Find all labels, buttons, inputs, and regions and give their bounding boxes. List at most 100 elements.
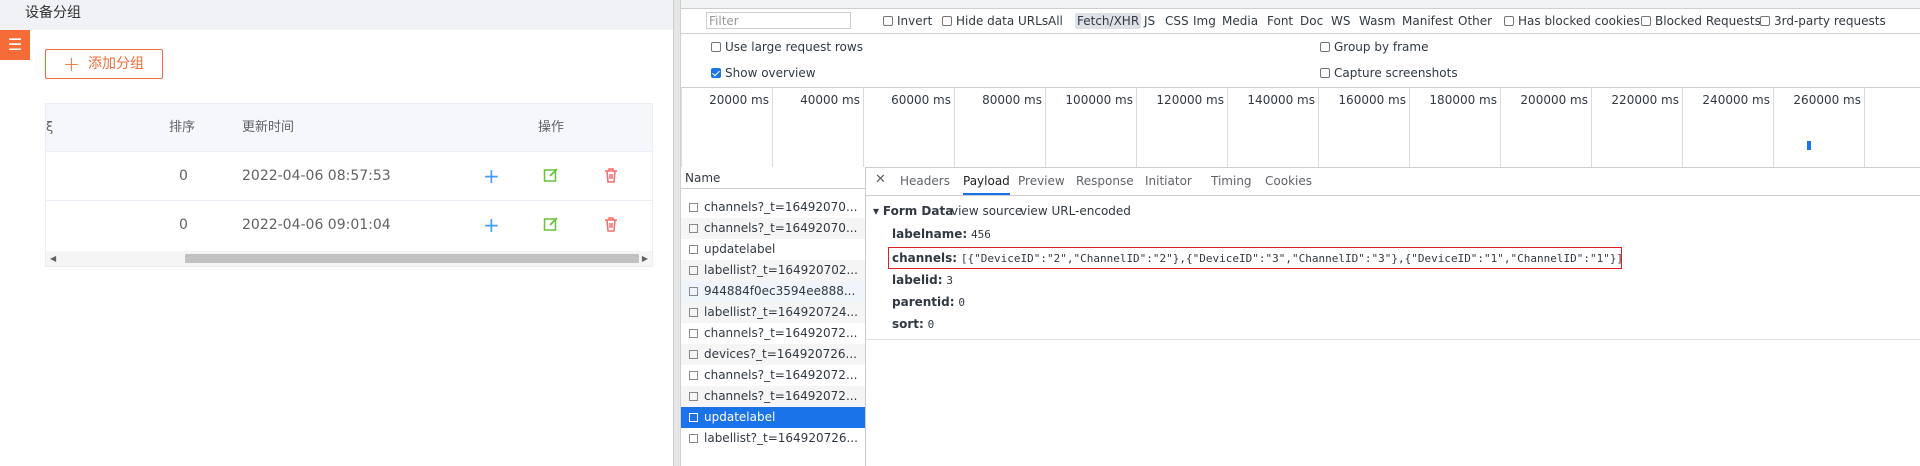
filter-js[interactable]: JS <box>1144 13 1155 29</box>
panel-splitter[interactable] <box>673 0 681 466</box>
tab-preview[interactable]: Preview <box>1018 167 1065 195</box>
payload-field: channels: [{"DeviceID":"2","ChannelID":"… <box>892 251 1624 265</box>
request-row[interactable]: labellist?_t=164920724... <box>681 302 865 323</box>
filter-img[interactable]: Img <box>1193 13 1216 29</box>
tab-initiator[interactable]: Initiator <box>1145 167 1192 195</box>
tab-headers[interactable]: Headers <box>900 167 950 195</box>
invert-checkbox[interactable]: Invert <box>883 13 932 29</box>
form-data-title: Form Data <box>882 204 954 218</box>
request-row[interactable]: channels?_t=16492070... <box>681 218 865 239</box>
group-table: ξ 排序 更新时间 操作 0 2022-04-06 08:57:53 + 0 2… <box>45 103 653 267</box>
overview-tick: 220000 ms <box>1591 87 1683 167</box>
overview-tick: 200000 ms <box>1500 87 1592 167</box>
add-child-icon[interactable]: + <box>483 201 500 249</box>
view-url-encoded-link[interactable]: view URL-encoded <box>1020 204 1131 218</box>
name-column-header[interactable]: Name <box>681 167 865 189</box>
table-row: 0 2022-04-06 09:01:04 + <box>46 200 652 249</box>
scroll-left-icon[interactable]: ◀ <box>50 251 56 266</box>
overview-request-bar <box>1807 141 1811 150</box>
tab-timing[interactable]: Timing <box>1211 167 1252 195</box>
request-row[interactable]: labellist?_t=164920702... <box>681 260 865 281</box>
view-source-link[interactable]: view source <box>951 204 1022 218</box>
overview-tick: 20000 ms <box>681 87 773 167</box>
delete-icon[interactable] <box>603 152 619 200</box>
filter-fetch-xhr[interactable]: Fetch/XHR <box>1075 13 1142 29</box>
header-update-time: 更新时间 <box>242 120 295 135</box>
capture-screenshots-checkbox[interactable]: Capture screenshots <box>1320 66 1458 80</box>
request-row[interactable]: labellist?_t=164920726... <box>681 428 865 449</box>
filter-all[interactable]: All <box>1048 13 1063 29</box>
main-content: + 添加分组 ξ 排序 更新时间 操作 0 2022-04-06 08:57:5… <box>30 30 673 466</box>
cell-update-time: 2022-04-06 09:01:04 <box>242 217 391 233</box>
filter-manifest[interactable]: Manifest <box>1402 13 1453 29</box>
overview-tick: 180000 ms <box>1409 87 1501 167</box>
sidebar: ☰ <box>0 30 30 466</box>
third-party-checkbox[interactable]: 3rd-party requests <box>1760 13 1886 29</box>
scrollbar-thumb[interactable] <box>185 254 639 263</box>
payload-field: labelname: 456 <box>892 227 991 241</box>
horizontal-scrollbar[interactable]: ◀ ▶ <box>46 251 652 266</box>
detail-tabs: ✕ Headers Payload Preview Response Initi… <box>866 167 1920 196</box>
device-group-app: 设备分组 ☰ + 添加分组 ξ 排序 更新时间 操作 0 2022-04-06 … <box>0 0 673 466</box>
filter-doc[interactable]: Doc <box>1300 13 1323 29</box>
overview-tick: 240000 ms <box>1682 87 1774 167</box>
cell-update-time: 2022-04-06 08:57:53 <box>242 168 391 184</box>
form-data-toggle[interactable]: ▾ Form Data <box>873 204 953 218</box>
cell-sort: 0 <box>179 168 188 184</box>
request-row[interactable]: updatelabel <box>681 239 865 260</box>
request-row[interactable]: 944884f0ec3594ee888... <box>681 281 865 302</box>
devtools-network-panel: Filter Invert Hide data URLs All Fetch/X… <box>681 0 1920 466</box>
filter-ws[interactable]: WS <box>1331 13 1350 29</box>
hide-data-urls-checkbox[interactable]: Hide data URLs <box>942 13 1048 29</box>
delete-icon[interactable] <box>603 201 619 249</box>
table-header: ξ 排序 更新时间 操作 <box>46 104 652 151</box>
tab-payload[interactable]: Payload <box>963 167 1010 195</box>
add-child-icon[interactable]: + <box>483 152 500 200</box>
group-by-frame-checkbox[interactable]: Group by frame <box>1320 40 1428 54</box>
request-row[interactable]: channels?_t=16492072... <box>681 386 865 407</box>
large-rows-checkbox[interactable]: Use large request rows <box>711 40 863 54</box>
add-group-label: 添加分组 <box>88 56 144 72</box>
header-cut-off: ξ <box>46 120 54 135</box>
filter-font[interactable]: Font <box>1267 13 1293 29</box>
menu-toggle-icon[interactable]: ☰ <box>0 30 30 60</box>
edit-icon[interactable] <box>543 152 559 200</box>
blocked-requests-checkbox[interactable]: Blocked Requests <box>1641 13 1761 29</box>
caret-down-icon: ▾ <box>873 204 880 218</box>
overview-tick: 260000 ms <box>1773 87 1865 167</box>
network-settings: Use large request rows Show overview Gro… <box>681 34 1920 88</box>
overview-tick: 60000 ms <box>863 87 955 167</box>
network-overview[interactable]: 20000 ms 40000 ms 60000 ms 80000 ms 1000… <box>681 87 1920 168</box>
header-sort: 排序 <box>169 120 196 135</box>
table-row: 0 2022-04-06 08:57:53 + <box>46 151 652 200</box>
tab-response[interactable]: Response <box>1076 167 1134 195</box>
close-icon[interactable]: ✕ <box>875 167 886 193</box>
filter-css[interactable]: CSS <box>1165 13 1189 29</box>
overview-tick: 100000 ms <box>1045 87 1137 167</box>
request-row[interactable]: channels?_t=16492072... <box>681 323 865 344</box>
overview-tick: 120000 ms <box>1136 87 1228 167</box>
request-row[interactable]: channels?_t=16492072... <box>681 365 865 386</box>
show-overview-checkbox[interactable]: Show overview <box>711 66 816 80</box>
divider <box>866 339 1920 340</box>
scroll-right-icon[interactable]: ▶ <box>642 251 648 266</box>
add-group-button[interactable]: + 添加分组 <box>45 49 163 79</box>
payload-field: sort: 0 <box>892 317 935 331</box>
request-row-selected[interactable]: updatelabel <box>681 407 865 428</box>
edit-icon[interactable] <box>543 201 559 249</box>
filter-media[interactable]: Media <box>1222 13 1258 29</box>
overview-tick: 40000 ms <box>772 87 864 167</box>
header-actions: 操作 <box>538 120 565 135</box>
devtools-top-toolbar <box>681 0 1920 9</box>
overview-tick: 140000 ms <box>1227 87 1319 167</box>
request-row[interactable]: channels?_t=16492070... <box>681 197 865 218</box>
overview-tick: 160000 ms <box>1318 87 1410 167</box>
payload-field: labelid: 3 <box>892 273 954 287</box>
tab-cookies[interactable]: Cookies <box>1265 167 1312 195</box>
filter-input[interactable]: Filter <box>706 12 851 29</box>
filter-other[interactable]: Other <box>1458 13 1492 29</box>
filter-wasm[interactable]: Wasm <box>1359 13 1395 29</box>
cell-sort: 0 <box>179 217 188 233</box>
blocked-cookies-checkbox[interactable]: Has blocked cookies <box>1504 13 1640 29</box>
request-row[interactable]: devices?_t=164920726... <box>681 344 865 365</box>
